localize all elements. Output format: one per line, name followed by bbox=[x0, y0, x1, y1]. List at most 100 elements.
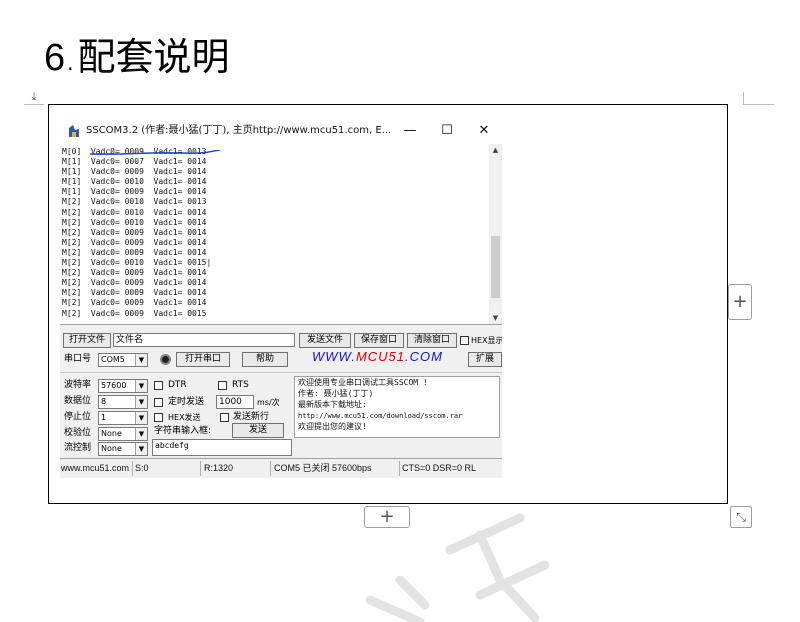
anchor-icon[interactable]: ⤓ bbox=[24, 90, 44, 105]
settings-separator bbox=[60, 372, 502, 373]
hex-send-checkbox[interactable] bbox=[154, 413, 163, 422]
insert-below-button[interactable]: + bbox=[364, 506, 410, 528]
input-label: 字符串输入框: bbox=[154, 426, 212, 436]
close-button[interactable]: ✕ bbox=[466, 121, 502, 141]
status-separator bbox=[132, 461, 133, 476]
output-line: M[2] Vadc0= 0009 Vadc1= 0014 bbox=[62, 278, 207, 288]
output-line: M[2] Vadc0= 0009 Vadc1= 0014 bbox=[62, 227, 207, 237]
scroll-down-icon[interactable]: ▼ bbox=[489, 312, 502, 324]
clear-window-button[interactable]: 清除窗口 bbox=[407, 333, 457, 348]
hex-display-label: HEX显示 bbox=[471, 336, 502, 345]
status-sent: S:0 bbox=[135, 463, 149, 473]
brand-mcu51: MCU51 bbox=[355, 349, 406, 364]
chevron-down-icon[interactable]: ▼ bbox=[135, 443, 147, 455]
data-bits-label: 数据位 bbox=[64, 396, 92, 406]
send-text-input[interactable]: abcdefg bbox=[152, 439, 292, 456]
status-lines: CTS=0 DSR=0 RL bbox=[402, 463, 477, 473]
interval-unit: ms/次 bbox=[257, 398, 280, 407]
file-name-field[interactable]: 文件名 bbox=[113, 333, 295, 347]
timed-send-label: 定时发送 bbox=[168, 397, 205, 407]
status-port-state: COM5 已关闭 57600bps bbox=[274, 463, 372, 473]
minimize-button[interactable]: — bbox=[392, 121, 428, 141]
interval-input[interactable]: 1000 bbox=[216, 395, 254, 409]
page-corner-mark bbox=[743, 92, 774, 105]
maximize-button[interactable]: ☐ bbox=[429, 121, 465, 141]
open-port-button[interactable]: 打开串口 bbox=[176, 352, 230, 367]
hex-send-label: HEX发送 bbox=[168, 413, 201, 422]
send-newline-checkbox[interactable] bbox=[220, 413, 229, 422]
output-line: M[2] Vadc0= 0009 Vadc1= 0014 bbox=[62, 288, 207, 298]
info-line-download: 最新版本下载地址: bbox=[298, 400, 367, 409]
sscom-window: SSCOM3.2 (作者:聂小猛(丁丁), 主页http://www.mcu51… bbox=[60, 118, 502, 478]
dtr-label: DTR bbox=[168, 380, 187, 390]
status-separator bbox=[200, 461, 201, 476]
insert-right-button[interactable]: + bbox=[728, 284, 752, 320]
brand-link[interactable]: WWW.MCU51.COM bbox=[312, 348, 443, 366]
chevron-down-icon[interactable]: ▼ bbox=[135, 380, 147, 392]
open-file-button[interactable]: 打开文件 bbox=[63, 333, 111, 348]
output-line: M[2] Vadc0= 0010 Vadc1= 0015| bbox=[62, 258, 212, 268]
info-panel: 欢迎使用专业串口调试工具SSCOM ! 作者: 聂小猛(丁丁) 最新版本下载地址… bbox=[294, 376, 500, 438]
scroll-up-icon[interactable]: ▲ bbox=[489, 144, 502, 156]
info-line-author: 作者: 聂小猛(丁丁) bbox=[298, 389, 374, 398]
output-line: M[1] Vadc0= 0007 Vadc1= 0014 bbox=[62, 157, 207, 167]
pen-strike-mark bbox=[90, 150, 220, 155]
output-line: M[2] Vadc0= 0010 Vadc1= 0014 bbox=[62, 217, 207, 227]
rts-checkbox[interactable] bbox=[218, 381, 227, 390]
send-file-button[interactable]: 发送文件 bbox=[299, 333, 351, 348]
chevron-down-icon[interactable]: ▼ bbox=[135, 354, 147, 366]
port-status-icon bbox=[160, 354, 171, 365]
info-line-suggestions: 欢迎提出您的建议! bbox=[298, 422, 367, 431]
data-bits-select[interactable]: 8 ▼ bbox=[98, 395, 148, 409]
baud-select-value: 57600 bbox=[101, 381, 127, 390]
output-line: M[1] Vadc0= 0010 Vadc1= 0014 bbox=[62, 177, 207, 187]
resize-diagonal-icon[interactable]: ⤡ bbox=[730, 506, 752, 528]
info-line-welcome: 欢迎使用专业串口调试工具SSCOM ! bbox=[298, 378, 428, 387]
stop-bits-select-value: 1 bbox=[101, 413, 107, 422]
send-button[interactable]: 发送 bbox=[232, 423, 284, 438]
status-site: www.mcu51.com bbox=[61, 463, 130, 473]
status-bar: www.mcu51.com S:0 R:1320 COM5 已关闭 57600b… bbox=[60, 458, 502, 478]
stop-bits-label: 停止位 bbox=[64, 412, 92, 422]
info-line-url[interactable]: http://www.mcu51.com/download/sscom.rar bbox=[298, 411, 462, 421]
chevron-down-icon[interactable]: ▼ bbox=[135, 428, 147, 440]
chevron-down-icon[interactable]: ▼ bbox=[135, 396, 147, 408]
section-number: 6 bbox=[44, 37, 66, 79]
expand-button[interactable]: 扩展 bbox=[468, 352, 502, 367]
status-separator bbox=[399, 461, 400, 476]
baud-select[interactable]: 57600 ▼ bbox=[98, 379, 148, 393]
chevron-down-icon[interactable]: ▼ bbox=[135, 412, 147, 424]
parity-select[interactable]: None ▼ bbox=[98, 427, 148, 441]
flow-label: 流控制 bbox=[64, 443, 92, 453]
output-line: M[2] Vadc0= 0010 Vadc1= 0014 bbox=[62, 207, 207, 217]
output-line: M[2] Vadc0= 0010 Vadc1= 0013 bbox=[62, 197, 207, 207]
data-bits-select-value: 8 bbox=[101, 397, 107, 406]
output-line: M[2] Vadc0= 0009 Vadc1= 0014 bbox=[62, 237, 207, 247]
baud-label: 波特率 bbox=[64, 380, 92, 390]
section-title: 配套说明 bbox=[77, 35, 230, 79]
brand-www: WWW. bbox=[312, 349, 356, 364]
app-icon bbox=[69, 125, 79, 137]
hex-display-checkbox[interactable] bbox=[460, 336, 469, 345]
save-window-button[interactable]: 保存窗口 bbox=[354, 333, 404, 348]
status-received: R:1320 bbox=[204, 463, 234, 473]
title-bar[interactable]: SSCOM3.2 (作者:聂小猛(丁丁), 主页http://www.mcu51… bbox=[60, 118, 502, 144]
window-title: SSCOM3.2 (作者:聂小猛(丁丁), 主页http://www.mcu51… bbox=[86, 125, 392, 136]
port-select[interactable]: COM5 ▼ bbox=[98, 353, 148, 367]
flow-select[interactable]: None ▼ bbox=[98, 442, 148, 456]
stop-bits-select[interactable]: 1 ▼ bbox=[98, 411, 148, 425]
status-separator bbox=[270, 461, 271, 476]
parity-select-value: None bbox=[101, 429, 122, 438]
section-heading: 6. 配套说明 bbox=[44, 32, 230, 82]
brand-com: .COM bbox=[405, 349, 443, 364]
timed-send-checkbox[interactable] bbox=[154, 398, 163, 407]
help-button[interactable]: 帮助 bbox=[242, 352, 288, 367]
output-line: M[2] Vadc0= 0009 Vadc1= 0014 bbox=[62, 247, 207, 257]
port-select-value: COM5 bbox=[101, 355, 125, 364]
receive-output-lines: M[0] Vadc0= 0009 Vadc1= 0013 M[1] Vadc0= … bbox=[62, 147, 487, 319]
output-line: M[1] Vadc0= 0009 Vadc1= 0014 bbox=[62, 167, 207, 177]
scroll-thumb[interactable] bbox=[491, 236, 500, 298]
dtr-checkbox[interactable] bbox=[154, 381, 163, 390]
receive-output-area[interactable]: M[0] Vadc0= 0009 Vadc1= 0013 M[1] Vadc0= … bbox=[60, 144, 502, 325]
output-scrollbar[interactable]: ▲ ▼ bbox=[489, 144, 502, 324]
